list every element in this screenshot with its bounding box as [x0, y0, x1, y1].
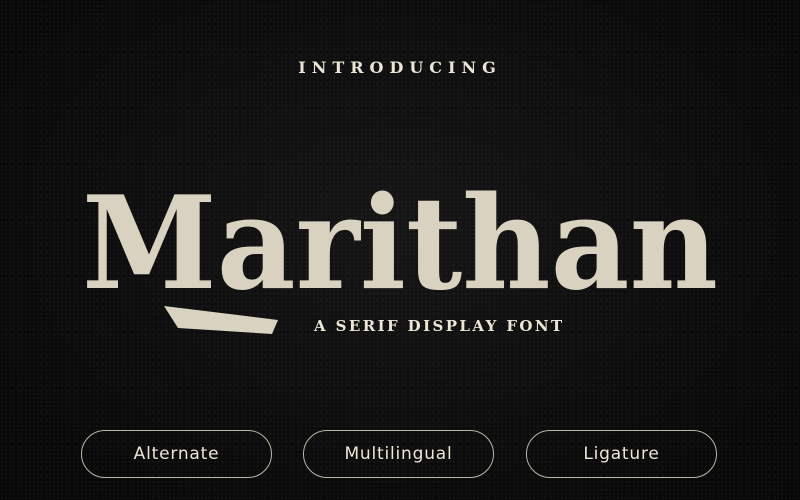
intro-label: INTRODUCING	[298, 58, 502, 77]
feature-list: Alternate Multilingual Ligature	[80, 430, 720, 480]
font-tagline: A SERIF DISPLAY FONT	[314, 317, 565, 335]
feature-pill-multilingual[interactable]: Multilingual	[303, 430, 494, 478]
feature-pill-alternate[interactable]: Alternate	[81, 430, 272, 478]
feature-pill-ligature[interactable]: Ligature	[526, 430, 717, 478]
promo-banner: INTRODUCING Marithan A SERIF DISPLAY FON…	[0, 0, 800, 500]
font-name-text: Marithan	[82, 169, 718, 319]
